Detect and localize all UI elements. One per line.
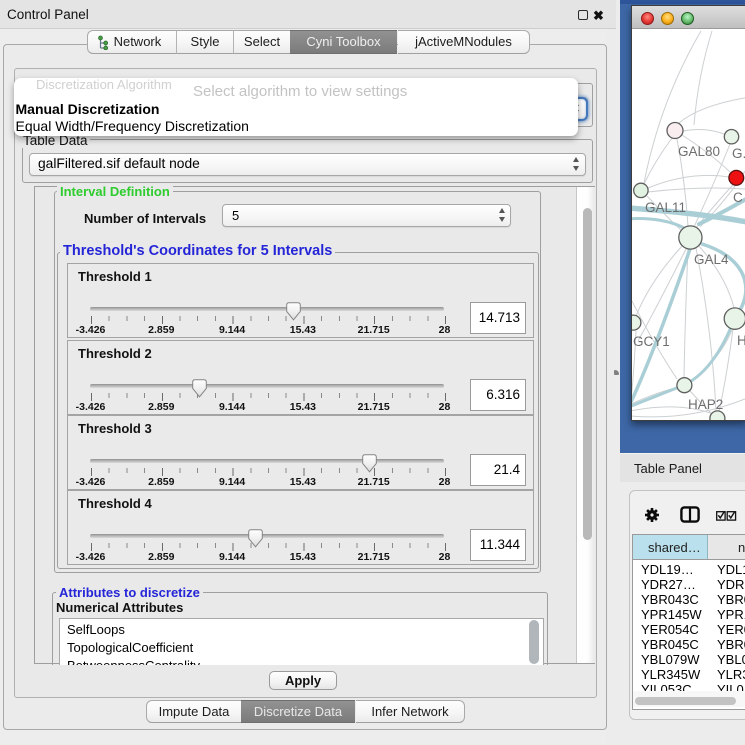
svg-text:GAL4: GAL4 — [694, 252, 729, 267]
svg-text:GAL80: GAL80 — [678, 144, 720, 159]
svg-text:GAL11: GAL11 — [645, 200, 686, 215]
svg-text:G.: G. — [732, 146, 745, 161]
svg-text:GCY1: GCY1 — [633, 334, 670, 349]
svg-text:C: C — [733, 190, 743, 205]
svg-text:H: H — [737, 333, 745, 348]
svg-text:HAP2: HAP2 — [688, 397, 723, 412]
